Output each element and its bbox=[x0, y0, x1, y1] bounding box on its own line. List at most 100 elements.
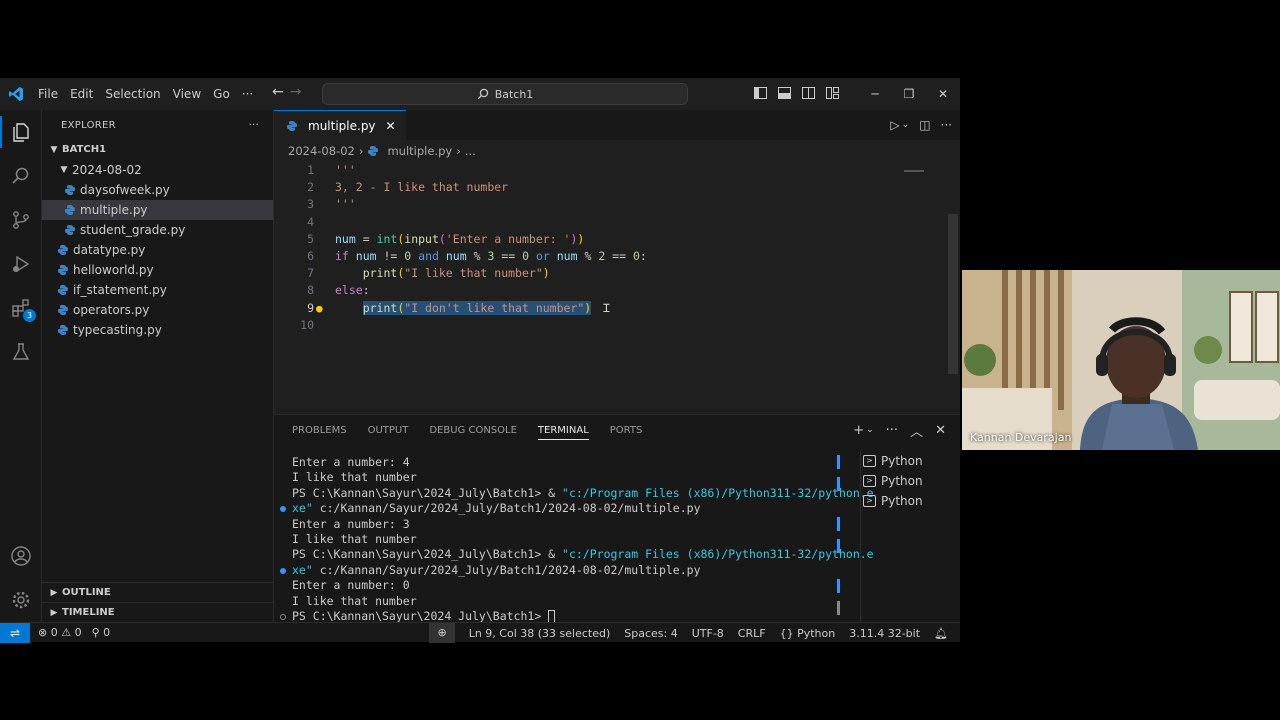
chevron-down-icon[interactable]: ⌄ bbox=[902, 120, 910, 130]
command-decoration-icon[interactable] bbox=[280, 613, 286, 620]
terminal-prompt: PS C:\Kannan\Sayur\2024_July\Batch1> & bbox=[292, 547, 563, 562]
maximize-panel-icon[interactable]: ︿ bbox=[910, 421, 923, 440]
explorer-more-icon[interactable]: ··· bbox=[249, 120, 259, 131]
folder-2024-08-02[interactable]: ▼ 2024-08-02 bbox=[42, 160, 273, 180]
toggle-panel-icon[interactable] bbox=[772, 86, 796, 102]
forward-arrow-icon[interactable]: → bbox=[290, 84, 302, 100]
restore-icon[interactable]: ❐ bbox=[892, 87, 926, 101]
toggle-primary-sidebar-icon[interactable] bbox=[748, 86, 772, 102]
run-file-icon[interactable]: ▷ bbox=[890, 118, 899, 132]
folder-root[interactable]: ▼ BATCH1 bbox=[42, 140, 273, 160]
file-helloworld[interactable]: helloworld.py bbox=[42, 260, 273, 280]
outline-section[interactable]: ▶ OUTLINE bbox=[42, 582, 273, 602]
customize-layout-icon[interactable] bbox=[820, 86, 844, 102]
remote-indicator-icon[interactable]: ⇌ bbox=[0, 622, 30, 643]
file-daysofweek[interactable]: daysofweek.py bbox=[42, 180, 273, 200]
editor-more-icon[interactable]: ··· bbox=[941, 118, 952, 132]
panel-more-icon[interactable]: ··· bbox=[886, 423, 898, 438]
code-editor[interactable]: 1 ''' 2 3, 2 - I like that number 3 ''' … bbox=[274, 162, 960, 374]
lightbulb-icon[interactable]: ● bbox=[316, 300, 323, 317]
menu-view[interactable]: View bbox=[167, 78, 207, 110]
code-token: : bbox=[639, 248, 647, 263]
code-token: : bbox=[362, 283, 370, 298]
code-token: 3, 2 - I like that number bbox=[335, 180, 509, 195]
extensions-badge: 3 bbox=[23, 309, 36, 322]
file-datatype[interactable]: datatype.py bbox=[42, 240, 273, 260]
code-line: 4 bbox=[274, 214, 960, 231]
terminal-instance[interactable]: > Python bbox=[861, 451, 960, 471]
source-control-icon[interactable] bbox=[0, 198, 42, 242]
editor-scrollbar[interactable] bbox=[948, 214, 958, 374]
code-token: num bbox=[335, 231, 356, 246]
terminal-line: PS C:\Kannan\Sayur\2024_July\Batch1> & "… bbox=[292, 486, 874, 501]
code-token: "I don't like that number" bbox=[404, 300, 585, 315]
extensions-icon[interactable]: 3 bbox=[0, 286, 42, 330]
close-panel-icon[interactable]: ✕ bbox=[935, 423, 946, 438]
code-line: 7 print("I like that number") bbox=[274, 265, 960, 282]
tab-terminal[interactable]: TERMINAL bbox=[537, 425, 589, 440]
close-window-icon[interactable]: ✕ bbox=[926, 87, 960, 101]
terminal-line: xe" c:/Kannan/Sayur/2024_July/Batch1/202… bbox=[280, 563, 842, 578]
terminal-scrollbar[interactable] bbox=[837, 455, 840, 623]
split-editor-icon[interactable]: ◫ bbox=[919, 118, 930, 132]
file-if-statement[interactable]: if_statement.py bbox=[42, 280, 273, 300]
file-student-grade[interactable]: student_grade.py bbox=[42, 220, 273, 240]
timeline-section[interactable]: ▶ TIMELINE bbox=[42, 602, 273, 622]
settings-gear-icon[interactable] bbox=[0, 578, 42, 622]
end-of-line[interactable]: CRLF bbox=[738, 627, 766, 640]
terminal-instance[interactable]: > Python bbox=[861, 491, 960, 511]
chevron-down-icon[interactable]: ⌄ bbox=[866, 425, 874, 435]
file-operators[interactable]: operators.py bbox=[42, 300, 273, 320]
back-arrow-icon[interactable]: ← bbox=[272, 84, 284, 100]
chevron-right-icon: › bbox=[358, 144, 364, 158]
explorer-icon[interactable] bbox=[0, 110, 42, 154]
python-interpreter[interactable]: 3.11.4 32-bit bbox=[849, 627, 920, 640]
ports-count: 0 bbox=[103, 626, 111, 639]
tab-debug-console[interactable]: DEBUG CONSOLE bbox=[429, 425, 517, 436]
file-label: datatype.py bbox=[73, 243, 146, 257]
zoom-icon[interactable]: ⊕ bbox=[429, 623, 455, 643]
new-terminal-icon[interactable]: + bbox=[853, 423, 864, 438]
file-label: helloworld.py bbox=[73, 263, 154, 277]
cursor-position[interactable]: Ln 9, Col 38 (33 selected) bbox=[469, 627, 611, 640]
toggle-secondary-sidebar-icon[interactable] bbox=[796, 86, 820, 102]
menu-file[interactable]: File bbox=[32, 78, 64, 110]
breadcrumb-more[interactable]: ... bbox=[465, 144, 476, 158]
breadcrumb-file[interactable]: multiple.py bbox=[387, 144, 452, 158]
indentation[interactable]: Spaces: 4 bbox=[624, 627, 677, 640]
search-icon[interactable] bbox=[0, 154, 42, 198]
terminal-output[interactable]: Enter a number: 4 I like that number PS … bbox=[280, 455, 874, 624]
terminal-icon: > bbox=[863, 455, 876, 467]
menu-edit[interactable]: Edit bbox=[64, 78, 99, 110]
line-number: 10 bbox=[300, 317, 314, 332]
terminal-line: Enter a number: 3 bbox=[292, 516, 410, 531]
command-decoration-icon[interactable] bbox=[280, 567, 286, 574]
tab-multiple-py[interactable]: multiple.py ✕ bbox=[274, 110, 406, 140]
notifications-bell-icon[interactable]: 🔔︎ bbox=[934, 627, 948, 640]
tab-problems[interactable]: PROBLEMS bbox=[292, 425, 347, 436]
minimize-icon[interactable]: ─ bbox=[858, 87, 892, 101]
account-icon[interactable] bbox=[0, 534, 42, 578]
tab-label: multiple.py bbox=[308, 118, 376, 133]
tab-output[interactable]: OUTPUT bbox=[368, 425, 409, 436]
testing-icon[interactable] bbox=[0, 330, 42, 374]
language-mode[interactable]: {} Python bbox=[780, 627, 836, 640]
command-decoration-icon[interactable] bbox=[280, 506, 286, 513]
breadcrumb-folder[interactable]: 2024-08-02 bbox=[288, 144, 355, 158]
minimap[interactable] bbox=[904, 170, 924, 172]
command-center-search[interactable]: Batch1 bbox=[322, 83, 688, 105]
menu-selection[interactable]: Selection bbox=[99, 78, 166, 110]
file-multiple[interactable]: multiple.py bbox=[42, 200, 273, 220]
encoding[interactable]: UTF-8 bbox=[692, 627, 724, 640]
file-typecasting[interactable]: typecasting.py bbox=[42, 320, 273, 340]
menu-go[interactable]: Go bbox=[207, 78, 236, 110]
menu-more[interactable]: ··· bbox=[236, 78, 259, 110]
tab-close-icon[interactable]: ✕ bbox=[386, 119, 396, 133]
run-debug-icon[interactable] bbox=[0, 242, 42, 286]
language-label: Python bbox=[797, 626, 836, 640]
tab-ports[interactable]: PORTS bbox=[610, 425, 643, 436]
problems-status[interactable]: ⊗ 0 ⚠ 0 bbox=[38, 626, 82, 639]
ports-status[interactable]: ⚲ 0 bbox=[92, 626, 111, 639]
terminal-instance[interactable]: > Python bbox=[861, 471, 960, 491]
terminal-icon: > bbox=[863, 475, 876, 487]
